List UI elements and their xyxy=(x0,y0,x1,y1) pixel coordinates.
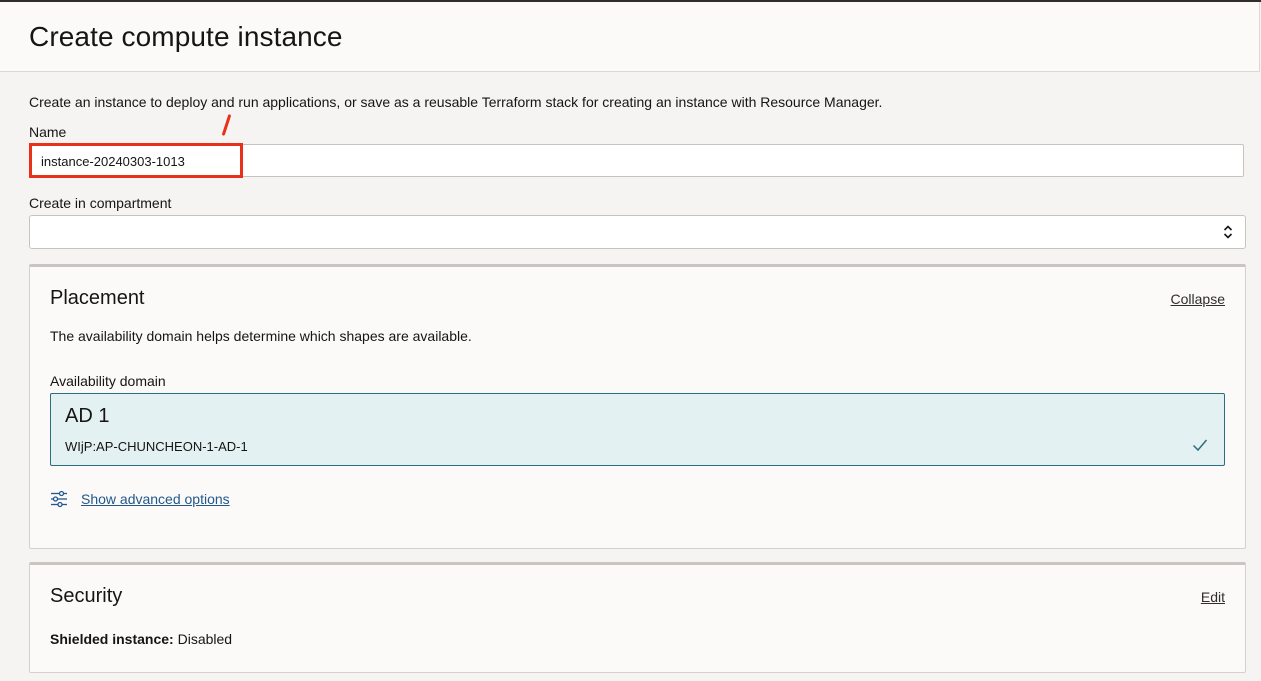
annotation-highlight-box xyxy=(29,143,243,178)
shielded-instance-label: Shielded instance: xyxy=(50,631,174,647)
chevron-up-down-icon xyxy=(1223,225,1233,239)
shielded-instance-status: Shielded instance: Disabled xyxy=(50,631,232,647)
placement-card: Placement Collapse The availability doma… xyxy=(29,264,1246,549)
security-title: Security xyxy=(50,585,123,607)
name-label: Name xyxy=(29,124,67,140)
sliders-icon xyxy=(51,490,67,508)
checkmark-icon xyxy=(1192,439,1208,452)
form-content: Create an instance to deploy and run app… xyxy=(0,72,1261,681)
placement-title: Placement xyxy=(50,287,145,309)
collapse-link[interactable]: Collapse xyxy=(1171,291,1225,307)
ad-option-id: WIjP:AP-CHUNCHEON-1-AD-1 xyxy=(65,439,248,454)
page-title: Create compute instance xyxy=(29,21,343,52)
show-advanced-options-link[interactable]: Show advanced options xyxy=(81,491,230,507)
availability-domain-option[interactable]: AD 1 WIjP:AP-CHUNCHEON-1-AD-1 xyxy=(50,393,1225,466)
security-card: Security Edit Shielded instance: Disable… xyxy=(29,562,1246,673)
edit-link[interactable]: Edit xyxy=(1201,589,1225,605)
page-header: Create compute instance xyxy=(0,2,1260,72)
intro-text: Create an instance to deploy and run app… xyxy=(29,94,883,110)
annotation-mark xyxy=(221,114,232,136)
placement-description: The availability domain helps determine … xyxy=(50,328,472,344)
compartment-select[interactable] xyxy=(29,215,1246,249)
shielded-instance-value: Disabled xyxy=(177,631,233,647)
compartment-label: Create in compartment xyxy=(29,195,172,211)
availability-domain-label: Availability domain xyxy=(50,373,166,389)
ad-option-name: AD 1 xyxy=(65,405,110,427)
